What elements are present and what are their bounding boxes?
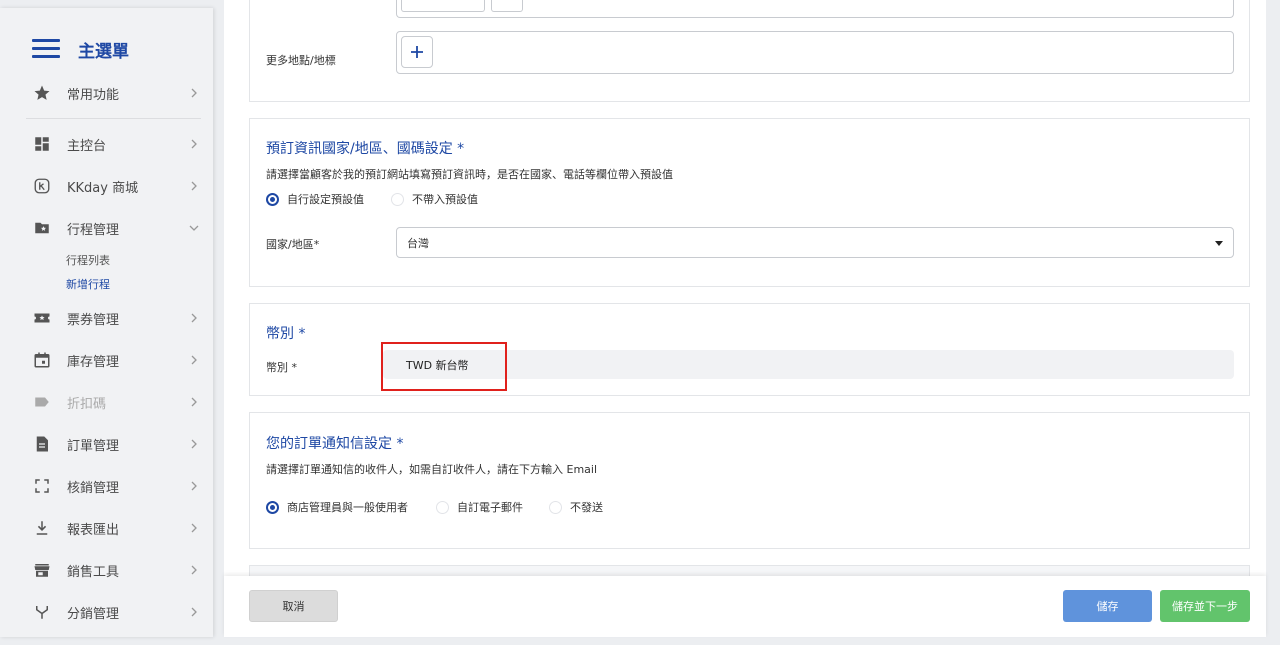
sidebar-item-dashboard[interactable]: 主控台 xyxy=(0,123,213,165)
radio-unselected-icon xyxy=(549,500,562,514)
footer-bar: 取消 儲存 儲存並下一步 xyxy=(224,576,1266,637)
plus-icon xyxy=(411,46,423,58)
currency-title: 幣別 * xyxy=(266,326,306,342)
document-icon xyxy=(32,434,52,454)
chevron-right-icon xyxy=(191,88,197,98)
sidebar-item-favorites[interactable]: 常用功能 xyxy=(0,72,213,114)
sidebar-item-discount-code[interactable]: 折扣碼 xyxy=(0,381,213,423)
sidebar-item-label: 行程管理 xyxy=(67,222,120,238)
star-icon xyxy=(32,83,52,103)
radio-no-send[interactable]: 不發送 xyxy=(549,499,603,515)
sidebar-subitem-itinerary-list[interactable]: 行程列表 xyxy=(0,249,213,273)
kkday-icon xyxy=(32,176,52,196)
sidebar-item-label: 報表匯出 xyxy=(67,522,120,538)
sidebar-item-report-export[interactable]: 報表匯出 xyxy=(0,507,213,549)
booking-region-title: 預訂資訊國家/地區、國碼設定 * xyxy=(266,141,465,157)
sidebar: 主選單 常用功能 主控台 KKday 商城 行程管理 行程列表 新增行程 票券管… xyxy=(0,8,213,637)
save-button[interactable]: 儲存 xyxy=(1063,590,1152,622)
radio-unselected-icon xyxy=(436,500,449,514)
hamburger-icon[interactable] xyxy=(32,39,60,59)
sidebar-item-sales-tools[interactable]: 銷售工具 xyxy=(0,549,213,591)
sidebar-item-label: 訂單管理 xyxy=(67,438,120,454)
divider xyxy=(26,118,201,119)
sidebar-item-distribution[interactable]: 分銷管理 xyxy=(0,591,213,633)
sidebar-item-label: 常用功能 xyxy=(67,87,120,103)
chevron-right-icon xyxy=(191,313,197,323)
fork-icon xyxy=(32,602,52,622)
country-value: 台灣 xyxy=(407,236,429,250)
chevron-right-icon xyxy=(191,397,197,407)
radio-label: 自訂電子郵件 xyxy=(457,501,523,514)
notification-description: 請選擇訂單通知信的收件人，如需自訂收件人，請在下方輸入 Email xyxy=(266,463,598,476)
highlight-box xyxy=(381,342,507,391)
calendar-icon xyxy=(32,350,52,370)
sidebar-item-itinerary[interactable]: 行程管理 xyxy=(0,207,213,249)
dashboard-icon xyxy=(32,134,52,154)
radio-label: 自行設定預設值 xyxy=(287,193,364,206)
booking-region-card: 預訂資訊國家/地區、國碼設定 * 請選擇當顧客於我的預訂網站填寫預訂資訊時，是否… xyxy=(249,118,1250,287)
chevron-down-icon xyxy=(189,225,199,231)
menu-title: 主選單 xyxy=(78,41,129,62)
radio-selected-icon xyxy=(266,500,279,514)
currency-card: 幣別 * 幣別 * TWD 新台幣 xyxy=(249,303,1250,396)
chevron-right-icon xyxy=(191,181,197,191)
currency-label: 幣別 * xyxy=(266,361,297,374)
ticket-icon xyxy=(32,308,52,328)
radio-label: 商店管理員與一般使用者 xyxy=(287,501,408,514)
chevron-right-icon xyxy=(191,607,197,617)
sidebar-item-inventory[interactable]: 庫存管理 xyxy=(0,339,213,381)
sidebar-item-kkday-store[interactable]: KKday 商城 xyxy=(0,165,213,207)
sidebar-item-label: 庫存管理 xyxy=(67,354,120,370)
sidebar-item-label: 分銷管理 xyxy=(67,606,120,622)
radio-admin-users[interactable]: 商店管理員與一般使用者 xyxy=(266,499,408,515)
chevron-right-icon xyxy=(191,439,197,449)
save-next-button[interactable]: 儲存並下一步 xyxy=(1160,590,1250,622)
tag-icon xyxy=(32,392,52,412)
add-location-button[interactable] xyxy=(401,36,433,68)
sidebar-item-label: KKday 商城 xyxy=(67,180,139,196)
sidebar-subitem-new-itinerary[interactable]: 新增行程 xyxy=(0,273,213,297)
scan-icon xyxy=(32,476,52,496)
sidebar-item-label: 票券管理 xyxy=(67,312,120,328)
caret-down-icon xyxy=(1215,240,1223,246)
radio-unselected-icon xyxy=(391,192,404,206)
country-select[interactable]: 台灣 xyxy=(396,227,1234,258)
more-locations-field[interactable] xyxy=(396,31,1234,74)
sidebar-item-tickets[interactable]: 票券管理 xyxy=(0,297,213,339)
sidebar-item-redemption[interactable]: 核銷管理 xyxy=(0,465,213,507)
main-content: 更多地點/地標 預訂資訊國家/地區、國碼設定 * 請選擇當顧客於我的預訂網站填寫… xyxy=(224,0,1266,637)
radio-custom-default[interactable]: 自行設定預設值 xyxy=(266,191,364,207)
chevron-right-icon xyxy=(191,355,197,365)
location-chips-field[interactable] xyxy=(396,0,1234,18)
radio-no-default[interactable]: 不帶入預設值 xyxy=(391,191,478,207)
chevron-right-icon xyxy=(191,139,197,149)
notification-title: 您的訂單通知信設定 * xyxy=(266,436,404,452)
country-label: 國家/地區* xyxy=(266,238,320,251)
notification-card: 您的訂單通知信設定 * 請選擇訂單通知信的收件人，如需自訂收件人，請在下方輸入 … xyxy=(249,412,1250,549)
sidebar-item-orders[interactable]: 訂單管理 xyxy=(0,423,213,465)
chevron-right-icon xyxy=(191,523,197,533)
store-icon xyxy=(32,560,52,580)
currency-field: TWD 新台幣 xyxy=(383,350,1234,379)
location-chip[interactable] xyxy=(401,0,485,12)
radio-label: 不帶入預設值 xyxy=(412,193,478,206)
menu-header: 主選單 xyxy=(0,26,213,72)
sidebar-item-label: 主控台 xyxy=(67,138,107,154)
radio-selected-icon xyxy=(266,192,279,206)
chevron-right-icon xyxy=(191,565,197,575)
sidebar-item-label: 核銷管理 xyxy=(67,480,120,496)
cancel-button[interactable]: 取消 xyxy=(249,590,338,622)
download-icon xyxy=(32,518,52,538)
booking-region-description: 請選擇當顧客於我的預訂網站填寫預訂資訊時，是否在國家、電話等欄位帶入預設值 xyxy=(266,168,673,181)
sidebar-item-label: 折扣碼 xyxy=(67,396,107,412)
radio-custom-email[interactable]: 自訂電子郵件 xyxy=(436,499,523,515)
location-chip[interactable] xyxy=(491,0,523,12)
more-locations-label: 更多地點/地標 xyxy=(266,54,336,67)
sidebar-item-label: 銷售工具 xyxy=(67,564,120,580)
location-card: 更多地點/地標 xyxy=(249,0,1250,102)
radio-label: 不發送 xyxy=(570,501,603,514)
folder-star-icon xyxy=(32,218,52,238)
chevron-right-icon xyxy=(191,481,197,491)
